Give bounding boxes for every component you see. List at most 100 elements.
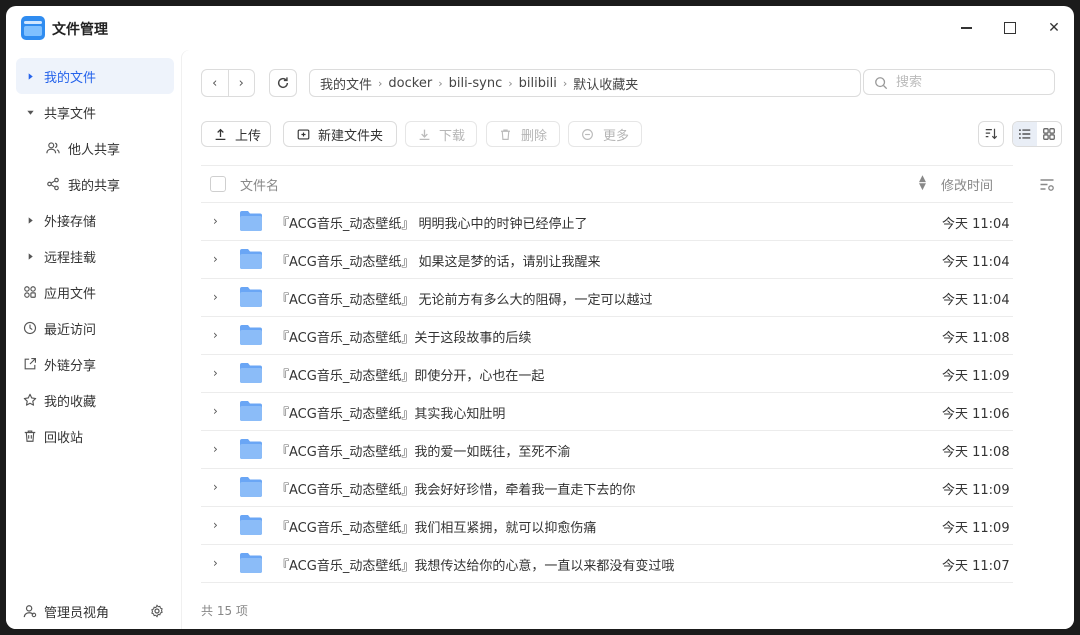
column-header-name[interactable]: 文件名 xyxy=(240,175,279,194)
view-mode-toggle xyxy=(1012,121,1062,147)
triangle-right-icon xyxy=(23,69,37,83)
upload-button[interactable]: 上传 xyxy=(201,121,271,147)
file-name: 『ACG音乐_动态壁纸』我们相互紧拥，就可以抑愈伤痛 xyxy=(276,521,597,536)
gear-icon[interactable] xyxy=(150,604,164,618)
table-row[interactable]: › 『ACG音乐_动态壁纸』 无论前方有多么大的阻碍，一定可以越过 今天 11:04 xyxy=(201,279,1013,317)
table-row[interactable]: › 『ACG音乐_动态壁纸』我想传达给你的心意，一直以来都没有变过哦 今天 11:0… xyxy=(201,545,1013,583)
modified-time: 今天 11:08 xyxy=(942,331,1010,346)
download-icon xyxy=(418,127,431,141)
table-row[interactable]: ›『ACG音乐_动态壁纸』希望我们可以永远都不分开今天 11:06 xyxy=(201,583,1013,591)
sort-button[interactable] xyxy=(978,121,1004,147)
file-name: 『ACG音乐_动态壁纸』关于这段故事的后续 xyxy=(276,331,532,346)
file-name: 『ACG音乐_动态壁纸』其实我心知肚明 xyxy=(276,407,506,422)
sidebar-item-label: 他人共享 xyxy=(68,142,121,158)
table-body: › 『ACG音乐_动态壁纸』 明明我心中的时钟已经停止了 今天 11:04 › 『ACG… xyxy=(201,203,1013,591)
minimize-button[interactable] xyxy=(953,16,979,40)
new-folder-button[interactable]: 新建文件夹 xyxy=(283,121,397,147)
sidebar-item[interactable]: 外链分享 xyxy=(16,346,174,382)
table-row[interactable]: › 『ACG音乐_动态壁纸』 如果这是梦的话，请别让我醒来 今天 11:04 xyxy=(201,241,1013,279)
expand-chevron-icon[interactable]: › xyxy=(213,328,218,342)
modified-time: 今天 11:04 xyxy=(942,293,1010,308)
folder-icon xyxy=(240,553,262,573)
table-row[interactable]: › 『ACG音乐_动态壁纸』其实我心知肚明 今天 11:06 xyxy=(201,393,1013,431)
expand-chevron-icon[interactable]: › xyxy=(213,252,218,266)
triangle-right-icon xyxy=(23,249,37,263)
sidebar-item-label: 外链分享 xyxy=(44,358,97,374)
back-button[interactable]: ‹ xyxy=(202,70,229,96)
modified-time: 今天 11:04 xyxy=(942,217,1010,232)
table-row[interactable]: › 『ACG音乐_动态壁纸』 明明我心中的时钟已经停止了 今天 11:04 xyxy=(201,203,1013,241)
forward-button[interactable]: › xyxy=(229,70,255,96)
file-name: 『ACG音乐_动态壁纸』 如果这是梦的话，请别让我醒来 xyxy=(276,255,601,270)
column-settings-icon[interactable] xyxy=(1039,177,1055,193)
sort-arrows-icon[interactable]: ▲ ▼ xyxy=(919,175,926,192)
sidebar-item[interactable]: 我的共享 xyxy=(16,166,174,202)
grid-view-button[interactable] xyxy=(1037,122,1061,146)
refresh-button[interactable] xyxy=(269,69,297,97)
expand-chevron-icon[interactable]: › xyxy=(213,214,218,228)
maximize-icon xyxy=(1004,22,1016,34)
folder-icon xyxy=(240,287,262,307)
delete-button[interactable]: 删除 xyxy=(486,121,560,147)
search-icon xyxy=(875,77,888,90)
sidebar-item[interactable]: 我的收藏 xyxy=(16,382,174,418)
expand-chevron-icon[interactable]: › xyxy=(213,480,218,494)
download-button[interactable]: 下载 xyxy=(405,121,477,147)
maximize-button[interactable] xyxy=(997,16,1023,40)
select-all-checkbox[interactable] xyxy=(210,176,226,192)
modified-time: 今天 11:09 xyxy=(942,483,1010,498)
table-row[interactable]: › 『ACG音乐_动态壁纸』我的爱一如既往，至死不渝 今天 11:08 xyxy=(201,431,1013,469)
breadcrumb-item[interactable]: 默认收藏夹 xyxy=(573,74,638,93)
expand-chevron-icon[interactable]: › xyxy=(213,290,218,304)
list-view-button[interactable] xyxy=(1013,122,1037,146)
admin-user-icon xyxy=(23,605,37,618)
sidebar-item[interactable]: 应用文件 xyxy=(16,274,174,310)
sidebar-item-label: 应用文件 xyxy=(44,286,97,302)
expand-chevron-icon[interactable]: › xyxy=(213,442,218,456)
search-input[interactable] xyxy=(894,73,1048,91)
sidebar-item[interactable]: 外接存储 xyxy=(16,202,174,238)
sort-icon xyxy=(985,128,998,140)
sidebar-item[interactable]: 他人共享 xyxy=(16,130,174,166)
new-folder-label: 新建文件夹 xyxy=(318,128,384,144)
expand-chevron-icon[interactable]: › xyxy=(213,556,218,570)
file-manager-app-icon xyxy=(21,16,45,40)
sidebar-item[interactable]: 我的文件 xyxy=(16,58,174,94)
sidebar-item[interactable]: 共享文件 xyxy=(16,94,174,130)
close-button[interactable]: ✕ xyxy=(1041,16,1067,40)
table-row[interactable]: › 『ACG音乐_动态壁纸』我们相互紧拥，就可以抑愈伤痛 今天 11:09 xyxy=(201,507,1013,545)
sidebar-nav: 我的文件 共享文件他人共享我的共享外接存储 远程挂载应用文件最近访问外链分享我的收藏… xyxy=(16,58,174,454)
column-header-time[interactable]: 修改时间 xyxy=(941,175,993,194)
expand-chevron-icon[interactable]: › xyxy=(213,404,218,418)
breadcrumb-item[interactable]: bilibili xyxy=(519,76,557,91)
search-box xyxy=(863,69,1055,95)
refresh-icon xyxy=(277,77,289,89)
sidebar: 我的文件 共享文件他人共享我的共享外接存储 远程挂载应用文件最近访问外链分享我的收藏… xyxy=(6,50,181,629)
modified-time: 今天 11:09 xyxy=(942,521,1010,536)
minimize-icon xyxy=(960,27,972,29)
sidebar-item-label: 我的共享 xyxy=(68,178,121,194)
sidebar-item-label: 我的收藏 xyxy=(44,394,97,410)
file-name: 『ACG音乐_动态壁纸』 无论前方有多么大的阻碍，一定可以越过 xyxy=(276,293,653,308)
breadcrumb-item[interactable]: 我的文件 xyxy=(320,74,372,93)
sidebar-item[interactable]: 最近访问 xyxy=(16,310,174,346)
clock-icon xyxy=(23,321,37,335)
sidebar-item[interactable]: 远程挂载 xyxy=(16,238,174,274)
file-name: 『ACG音乐_动态壁纸』我想传达给你的心意，一直以来都没有变过哦 xyxy=(276,559,675,574)
breadcrumb-item[interactable]: docker xyxy=(388,76,432,91)
admin-view-toggle[interactable]: 管理员视角 xyxy=(6,593,181,629)
table-row[interactable]: › 『ACG音乐_动态壁纸』即使分开，心也在一起 今天 11:09 xyxy=(201,355,1013,393)
delete-label: 删除 xyxy=(520,128,547,144)
expand-chevron-icon[interactable]: › xyxy=(213,518,218,532)
admin-view-label: 管理员视角 xyxy=(44,605,110,621)
title-bar: 文件管理 ✕ xyxy=(6,6,1074,50)
sidebar-item[interactable]: 回收站 xyxy=(16,418,174,454)
breadcrumb-item[interactable]: bili-sync xyxy=(449,76,503,91)
more-button[interactable]: 更多 xyxy=(568,121,642,147)
table-row[interactable]: › 『ACG音乐_动态壁纸』我会好好珍惜，牵着我一直走下去的你 今天 11:09 xyxy=(201,469,1013,507)
grid-view-icon xyxy=(1043,128,1055,140)
table-row[interactable]: › 『ACG音乐_动态壁纸』关于这段故事的后续 今天 11:08 xyxy=(201,317,1013,355)
close-icon: ✕ xyxy=(1048,20,1060,36)
share-icon xyxy=(46,177,60,191)
expand-chevron-icon[interactable]: › xyxy=(213,366,218,380)
